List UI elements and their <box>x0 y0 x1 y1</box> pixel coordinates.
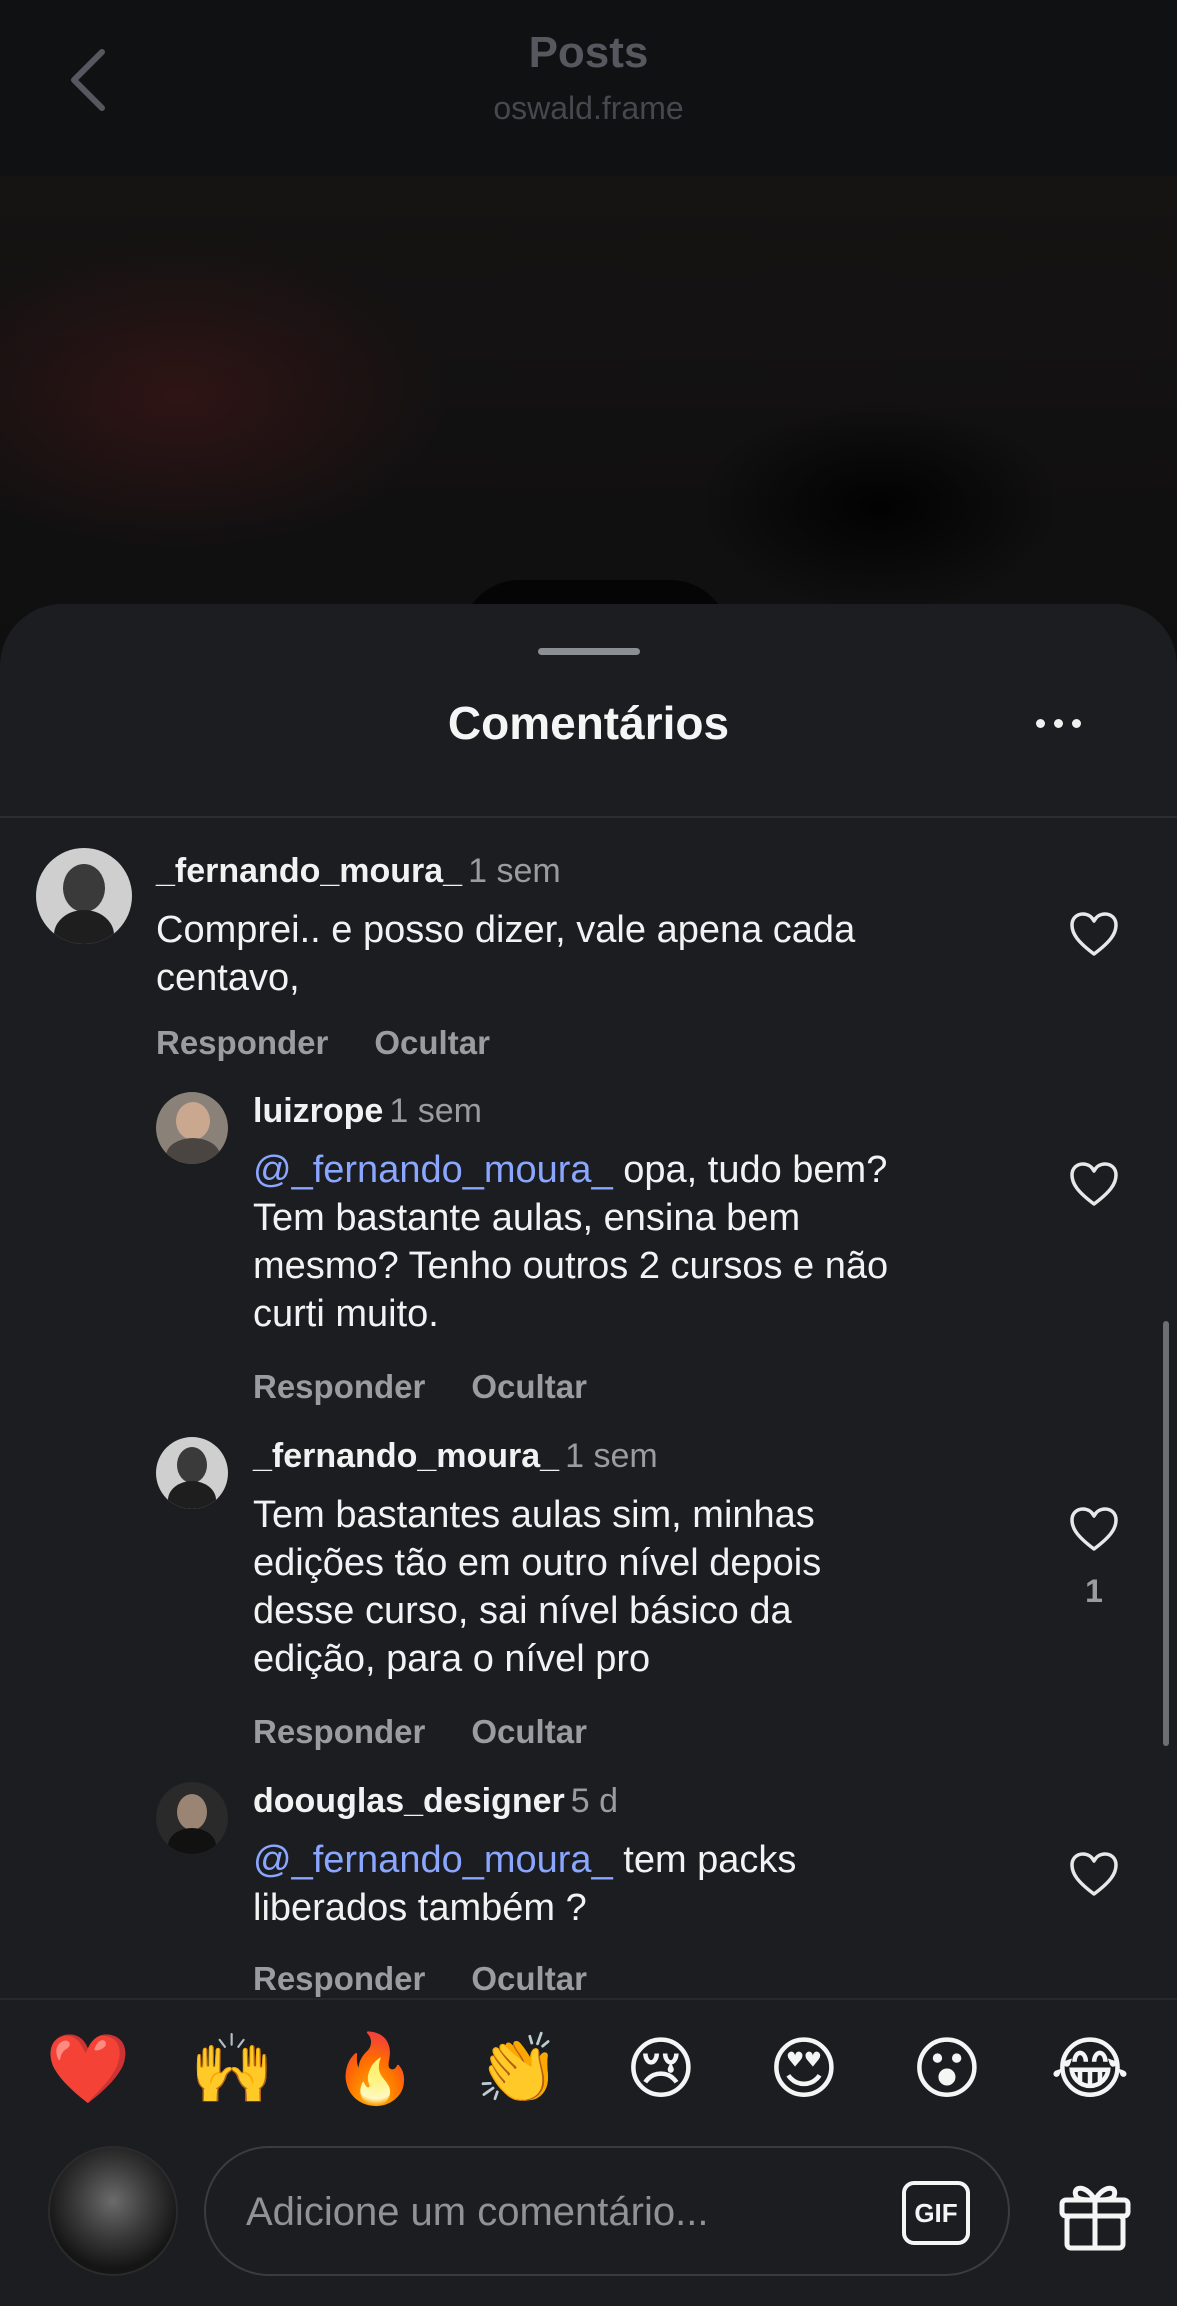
comment-composer: Adicione um comentário... GIF <box>0 2140 1177 2306</box>
emoji-heart-eyes[interactable]: 😍 <box>759 2030 849 2110</box>
comment-time: 1 sem <box>389 1092 482 1130</box>
comment-text-line: Tem bastantes aulas sim, minhas <box>253 1494 815 1536</box>
comment-header: _fernando_moura_ 1 sem <box>253 1437 658 1476</box>
reply-item: luizrope 1 sem @_fernando_moura_ opa, tud… <box>0 1078 1177 1423</box>
reply-button[interactable]: Responder <box>253 1713 425 1750</box>
comment-text-line: centavo, <box>156 957 300 999</box>
comment-text-line: mesmo? Tenho outros 2 cursos e não <box>253 1245 889 1287</box>
comment-item: _fernando_moura_ 1 sem Comprei.. e posso … <box>0 818 1177 1078</box>
emoji-surprised[interactable]: 😮 <box>902 2030 992 2110</box>
heart-icon[interactable] <box>1068 1160 1120 1208</box>
comment-text-line: @_fernando_moura_ opa, tudo bem? <box>253 1146 1013 1194</box>
comment-text-line: edições tão em outro nível depois <box>253 1542 822 1584</box>
comment-text-segment: opa, tudo bem? <box>612 1149 888 1191</box>
comment-username[interactable]: luizrope <box>253 1092 383 1130</box>
more-options-button[interactable] <box>1036 708 1081 738</box>
comments-list: _fernando_moura_ 1 sem Comprei.. e posso … <box>0 818 1177 2001</box>
gif-button[interactable]: GIF <box>902 2181 970 2245</box>
heart-icon[interactable] <box>1068 1850 1120 1898</box>
mention-link[interactable]: @_fernando_moura_ <box>253 1839 613 1881</box>
mention-link[interactable]: @_fernando_moura_ <box>253 1149 613 1191</box>
hide-button[interactable]: Ocultar <box>471 1713 587 1750</box>
emoji-fire[interactable]: 🔥 <box>330 2030 420 2110</box>
comment-text: Comprei.. e posso dizer, vale apena cada… <box>156 906 976 1002</box>
sheet-title: Comentários <box>447 697 730 749</box>
comment-text-line: edição, para o nível pro <box>253 1638 651 1680</box>
reply-item: doouglas_designer 5 d @_fernando_moura_ t… <box>0 1768 1177 2001</box>
comment-username[interactable]: _fernando_moura_ <box>253 1437 559 1475</box>
avatar[interactable] <box>156 1782 228 1854</box>
emoji-laughing[interactable]: 😂 <box>1045 2030 1135 2110</box>
comment-time: 1 sem <box>468 852 561 890</box>
avatar[interactable] <box>36 848 132 944</box>
comment-input[interactable]: Adicione um comentário... GIF <box>204 2146 1010 2276</box>
avatar[interactable] <box>156 1092 228 1164</box>
comment-text-line: curti muito. <box>253 1293 439 1335</box>
hide-button[interactable]: Ocultar <box>471 1368 587 1405</box>
hide-button[interactable]: Ocultar <box>471 1960 587 1997</box>
comment-text-line: @_fernando_moura_ tem packs <box>253 1836 1013 1884</box>
emoji-reaction-bar: ❤️ 🙌 🔥 👏 😢 😍 😮 😂 <box>0 1998 1177 2140</box>
hide-button[interactable]: Ocultar <box>374 1024 490 1061</box>
scrollbar[interactable] <box>1163 1321 1169 1746</box>
reply-item: _fernando_moura_ 1 sem Tem bastantes aula… <box>0 1423 1177 1768</box>
comment-time: 5 d <box>570 1782 618 1820</box>
emoji-heart[interactable]: ❤️ <box>43 2030 133 2110</box>
comment-text-line: desse curso, sai nível básico da <box>253 1590 792 1632</box>
reply-button[interactable]: Responder <box>253 1368 425 1405</box>
avatar[interactable] <box>156 1437 228 1509</box>
comment-username[interactable]: doouglas_designer <box>253 1782 565 1820</box>
comment-actions: Responder Ocultar <box>253 1713 633 1751</box>
comment-text-line: Comprei.. e posso dizer, vale apena cada <box>156 909 856 951</box>
comment-time: 1 sem <box>565 1437 658 1475</box>
current-user-avatar <box>48 2146 178 2276</box>
comment-text: @_fernando_moura_ tem packs liberados ta… <box>253 1836 1013 1932</box>
top-navigation-bar: Posts oswald.frame <box>0 0 1177 176</box>
comments-screen: Posts oswald.frame Comentários _fernando… <box>0 0 1177 2306</box>
gift-icon[interactable] <box>1056 2176 1134 2254</box>
comment-header: _fernando_moura_ 1 sem <box>156 852 561 891</box>
like-count[interactable]: 1 <box>1068 1573 1120 1610</box>
comment-actions: Responder Ocultar <box>156 1024 536 1062</box>
comment-text: Tem bastantes aulas sim, minhas edições … <box>253 1491 1013 1683</box>
more-horizontal-icon <box>1036 718 1045 728</box>
reply-button[interactable]: Responder <box>156 1024 328 1061</box>
comment-text-line: Tem bastante aulas, ensina bem <box>253 1197 801 1239</box>
emoji-clapping[interactable]: 👏 <box>473 2030 563 2110</box>
comment-text-segment: tem packs <box>612 1839 797 1881</box>
comment-text: @_fernando_moura_ opa, tudo bem? Tem bas… <box>253 1146 1013 1338</box>
reply-button[interactable]: Responder <box>253 1960 425 1997</box>
emoji-raising-hands[interactable]: 🙌 <box>187 2030 277 2110</box>
heart-icon[interactable] <box>1068 1505 1120 1553</box>
comment-actions: Responder Ocultar <box>253 1960 633 1998</box>
sheet-grabber[interactable] <box>538 648 640 655</box>
comment-username[interactable]: _fernando_moura_ <box>156 852 462 890</box>
comment-text-line: liberados também ? <box>253 1887 587 1929</box>
more-dot <box>1054 718 1063 728</box>
emoji-crying[interactable]: 😢 <box>616 2030 706 2110</box>
comment-header: luizrope 1 sem <box>253 1092 482 1131</box>
comment-input-placeholder: Adicione um comentário... <box>246 2190 709 2234</box>
page-subtitle[interactable]: oswald.frame <box>0 90 1177 127</box>
comment-header: doouglas_designer 5 d <box>253 1782 618 1821</box>
page-title: Posts <box>528 28 649 77</box>
more-dot <box>1072 718 1081 728</box>
heart-icon[interactable] <box>1068 910 1120 958</box>
comment-actions: Responder Ocultar <box>253 1368 633 1406</box>
